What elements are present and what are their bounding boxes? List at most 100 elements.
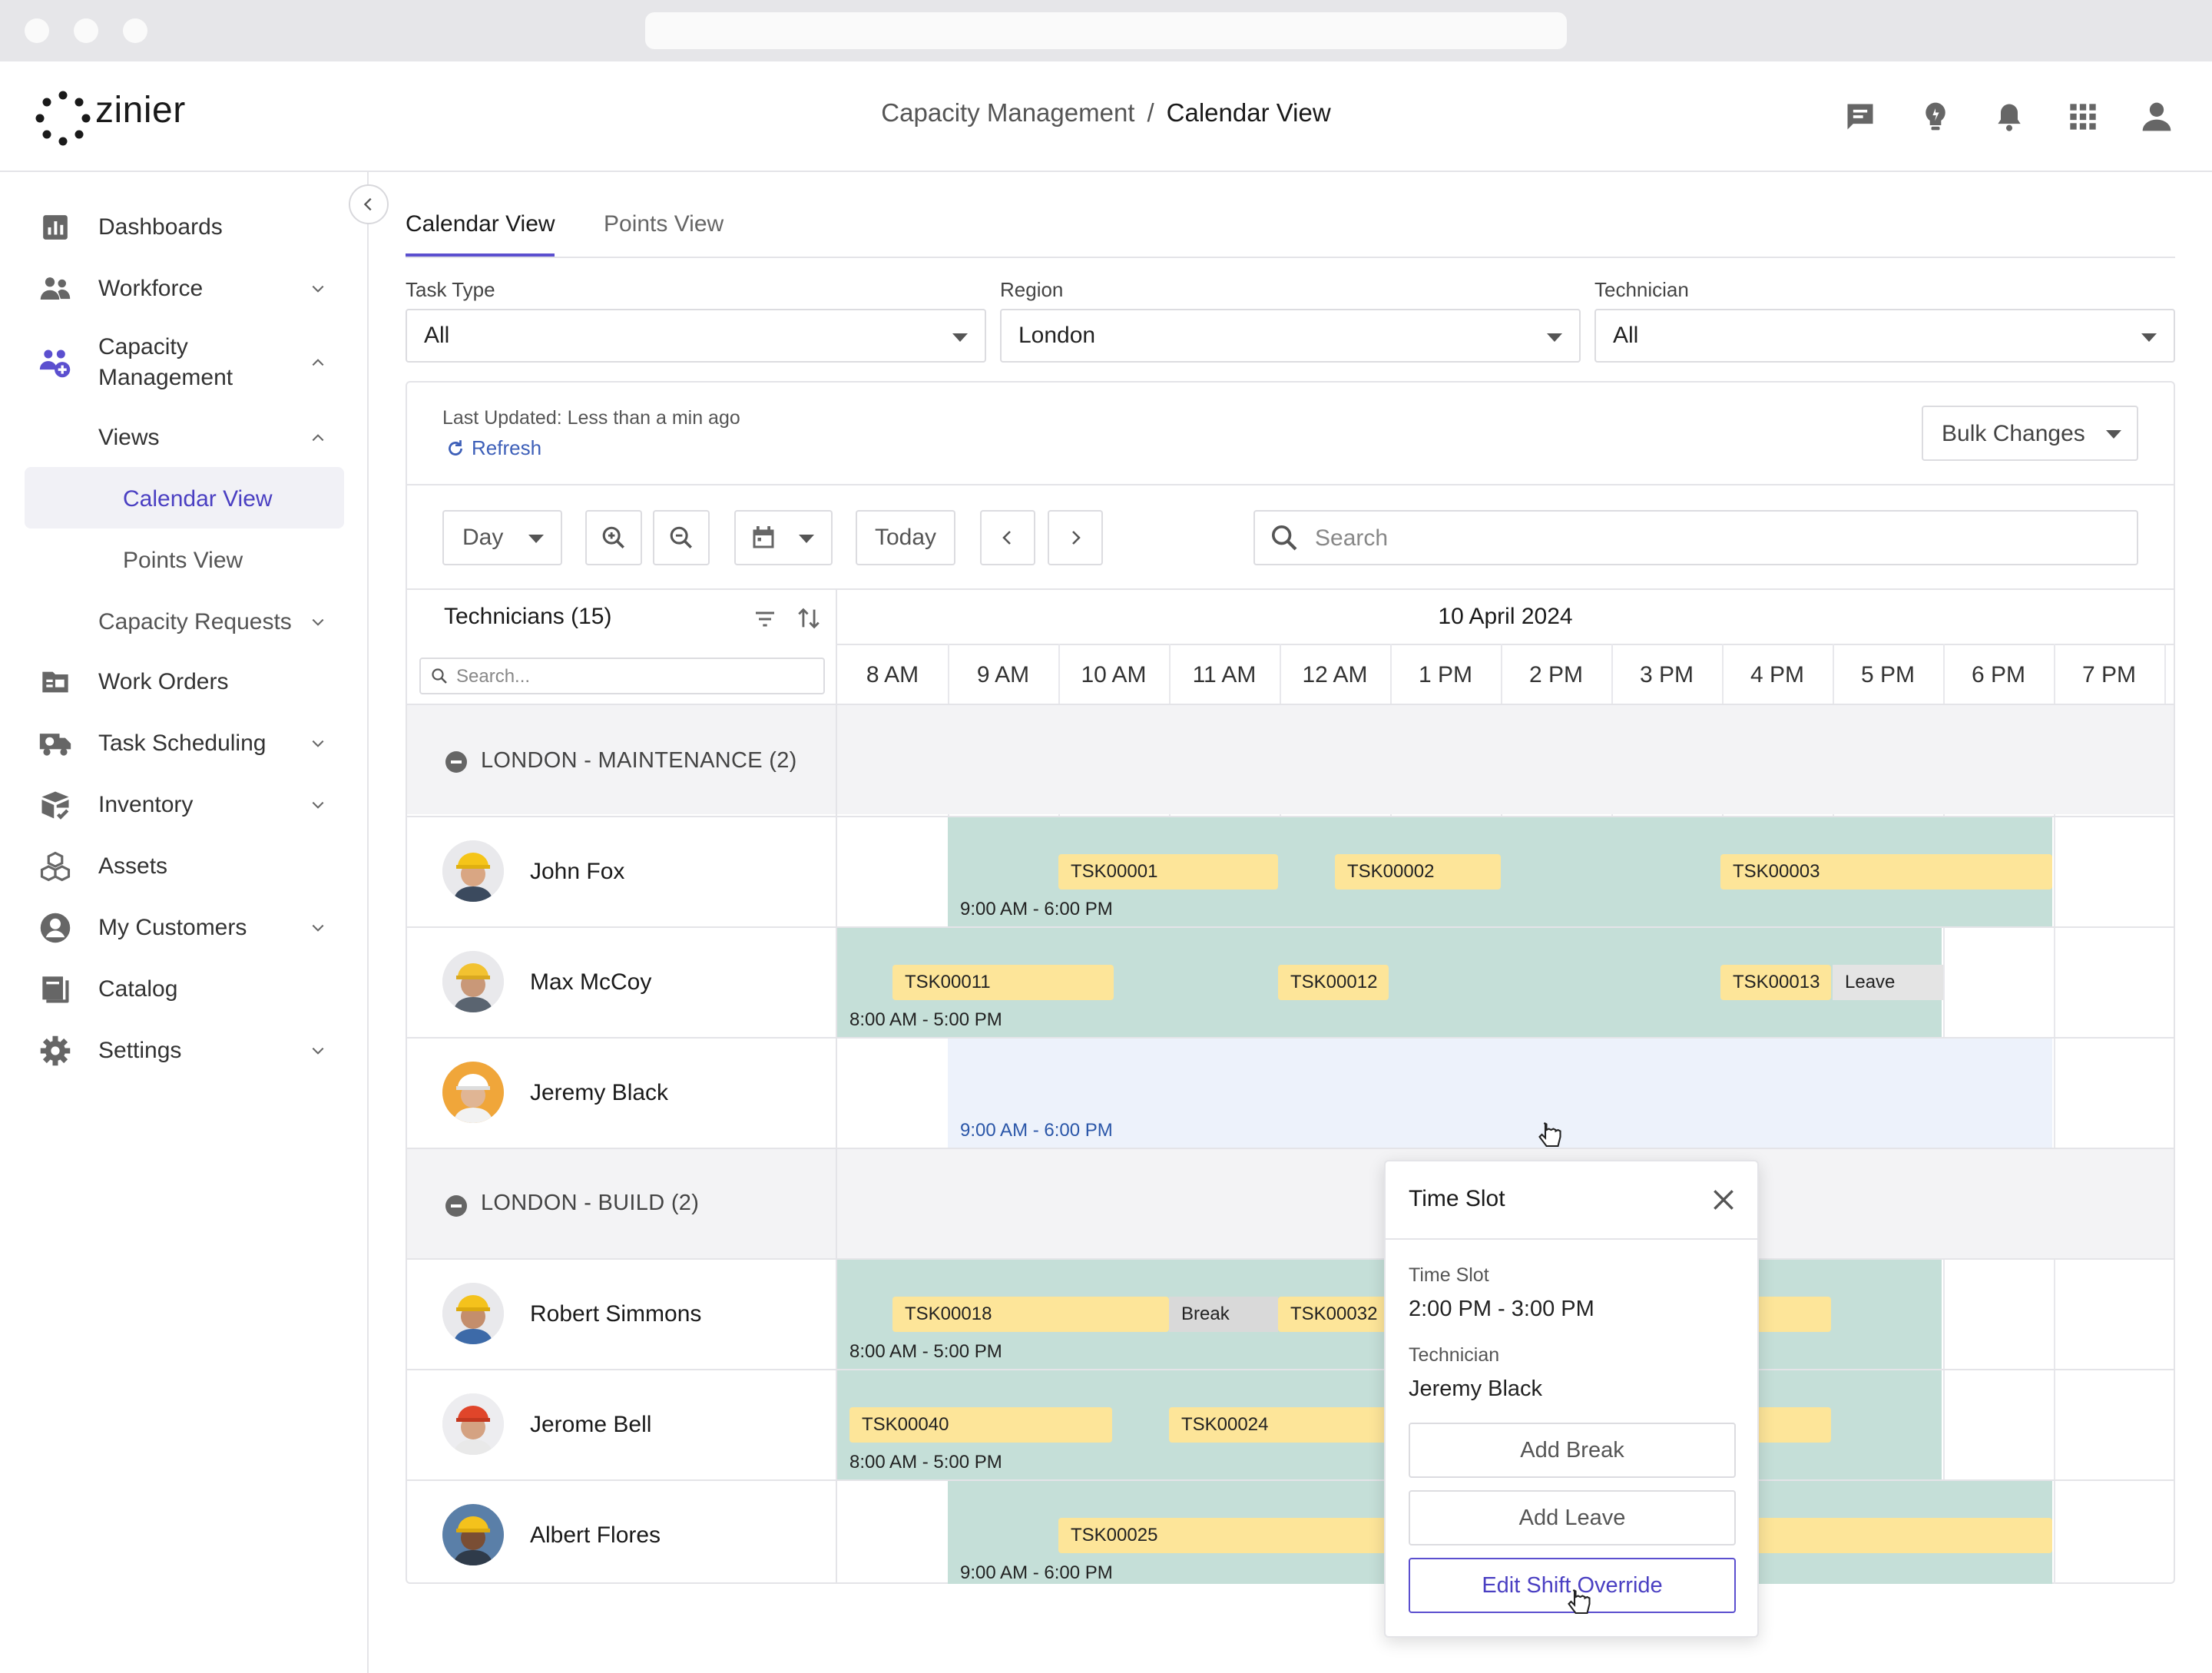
breadcrumb-parent[interactable]: Capacity Management (881, 98, 1134, 127)
avatar (442, 1393, 504, 1455)
task-block[interactable]: TSK00013 (1720, 965, 1831, 1000)
chevron-down-icon (307, 733, 329, 754)
apps-grid-icon[interactable] (2061, 95, 2104, 138)
sidebar-item-label: Inventory (98, 792, 194, 817)
sidebar-item-inventory[interactable]: Inventory (0, 788, 367, 822)
bar-chart-icon (38, 210, 72, 244)
technician-name[interactable]: Jeremy Black (530, 1080, 668, 1106)
task-block[interactable]: TSK00001 (1058, 854, 1278, 890)
window-minimize-dot[interactable] (74, 18, 98, 43)
shift-time: 9:00 AM - 6:00 PM (960, 1120, 1113, 1141)
task-block[interactable]: TSK00002 (1335, 854, 1501, 890)
selected-shift-block[interactable] (948, 1039, 2052, 1148)
cubes-icon (38, 850, 72, 883)
technician-search-input[interactable]: Search... (419, 658, 825, 694)
task-block[interactable]: TSK00018 (892, 1297, 1169, 1332)
tab-calendar-view[interactable]: Calendar View (406, 209, 555, 240)
date-picker-button[interactable] (734, 510, 833, 565)
window-close-dot[interactable] (25, 18, 49, 43)
chat-icon[interactable] (1839, 95, 1882, 138)
collapse-group-icon[interactable] (445, 751, 467, 773)
task-type-select[interactable]: All (406, 309, 986, 363)
sidebar-item-label: Assets (98, 853, 168, 879)
technician-name[interactable]: Max McCoy (530, 969, 651, 996)
tab-points-view[interactable]: Points View (604, 209, 724, 240)
sidebar-item-calendar-view[interactable]: Calendar View (0, 482, 367, 516)
sidebar-item-my-customers[interactable]: My Customers (0, 911, 367, 945)
caret-down-icon (2141, 333, 2157, 342)
task-block[interactable]: TSK00012 (1278, 965, 1389, 1000)
next-day-button[interactable] (1048, 510, 1103, 565)
technician-name[interactable]: Albert Flores (530, 1522, 661, 1549)
hand-cursor-icon (1568, 1589, 1591, 1615)
popup-technician-value: Jeremy Black (1409, 1376, 1543, 1401)
sidebar-item-points-view[interactable]: Points View (0, 544, 367, 578)
close-icon[interactable] (1708, 1184, 1739, 1215)
sidebar-item-capacity-requests[interactable]: Capacity Requests (0, 605, 367, 639)
sort-icon[interactable] (796, 605, 822, 631)
sidebar-item-assets[interactable]: Assets (0, 850, 367, 883)
caret-down-icon (1547, 333, 1562, 342)
technician-name[interactable]: Robert Simmons (530, 1301, 701, 1327)
chevron-up-icon (307, 352, 329, 373)
app-header: zinier Capacity Management / Calendar View (0, 61, 2212, 172)
add-break-button[interactable]: Add Break (1409, 1423, 1736, 1478)
user-icon[interactable] (2135, 95, 2178, 138)
chevron-down-icon (307, 794, 329, 816)
sidebar-item-label: Capacity (98, 334, 188, 359)
caret-down-icon (799, 535, 814, 543)
sidebar-item-catalog[interactable]: Catalog (0, 972, 367, 1006)
sidebar-item-label: Dashboards (98, 214, 223, 240)
address-bar[interactable] (645, 12, 1567, 49)
task-block[interactable]: TSK00011 (892, 965, 1114, 1000)
sidebar-collapse-button[interactable] (349, 184, 389, 224)
zoom-out-button[interactable] (653, 510, 710, 565)
sidebar-item-work-orders[interactable]: Work Orders (0, 665, 367, 699)
task-type-value: All (424, 323, 450, 348)
sidebar-item-label-line2: Management (98, 365, 233, 390)
shift-time: 8:00 AM - 5:00 PM (849, 1452, 1002, 1473)
break-block[interactable]: Break (1169, 1297, 1278, 1332)
hour-label: 10 AM (1081, 662, 1147, 687)
bell-icon[interactable] (1988, 95, 2031, 138)
task-block[interactable]: TSK00003 (1720, 854, 2052, 890)
region-select[interactable]: London (1000, 309, 1581, 363)
add-leave-button[interactable]: Add Leave (1409, 1490, 1736, 1545)
task-block[interactable]: TSK00040 (849, 1407, 1112, 1443)
refresh-link[interactable]: Refresh (445, 436, 541, 460)
zoom-in-button[interactable] (585, 510, 642, 565)
avatar (442, 1283, 504, 1344)
zoom-out-icon (670, 526, 693, 549)
bulk-changes-dropdown[interactable]: Bulk Changes (1922, 406, 2138, 461)
sidebar-item-views[interactable]: Views (0, 421, 367, 455)
caret-down-icon (952, 333, 968, 342)
chevron-down-icon (307, 611, 329, 633)
sidebar-item-task-scheduling[interactable]: Task Scheduling (0, 727, 367, 760)
hour-label: 4 PM (1750, 662, 1805, 687)
collapse-group-icon[interactable] (445, 1195, 467, 1217)
sidebar-item-dashboards[interactable]: Dashboards (0, 210, 367, 244)
sidebar-item-workforce[interactable]: Workforce (0, 272, 367, 306)
calendar-icon (753, 526, 774, 548)
sidebar-item-label: Settings (98, 1038, 182, 1063)
time-slot-value: 2:00 PM - 3:00 PM (1409, 1297, 1594, 1321)
filter-icon[interactable] (753, 607, 777, 631)
window-maximize-dot[interactable] (123, 18, 147, 43)
technician-search-placeholder: Search... (456, 666, 531, 687)
leave-block[interactable]: Leave (1833, 965, 1943, 1000)
lightbulb-icon[interactable] (1914, 95, 1957, 138)
today-button[interactable]: Today (856, 510, 955, 565)
sidebar-item-label: Calendar View (123, 486, 273, 512)
sidebar-item-capacity-management[interactable]: Capacity Management (0, 332, 367, 393)
active-tab-indicator (406, 253, 555, 257)
divider (407, 484, 2174, 485)
view-mode-select[interactable]: Day (442, 510, 562, 565)
technician-name[interactable]: Jerome Bell (530, 1412, 651, 1438)
technicians-header: Technicians (15) (444, 604, 612, 629)
technician-name[interactable]: John Fox (530, 859, 624, 885)
search-input[interactable]: Search (1253, 510, 2138, 565)
hour-label: 8 AM (866, 662, 919, 687)
technician-select[interactable]: All (1594, 309, 2175, 363)
sidebar-item-settings[interactable]: Settings (0, 1034, 367, 1068)
previous-day-button[interactable] (980, 510, 1035, 565)
